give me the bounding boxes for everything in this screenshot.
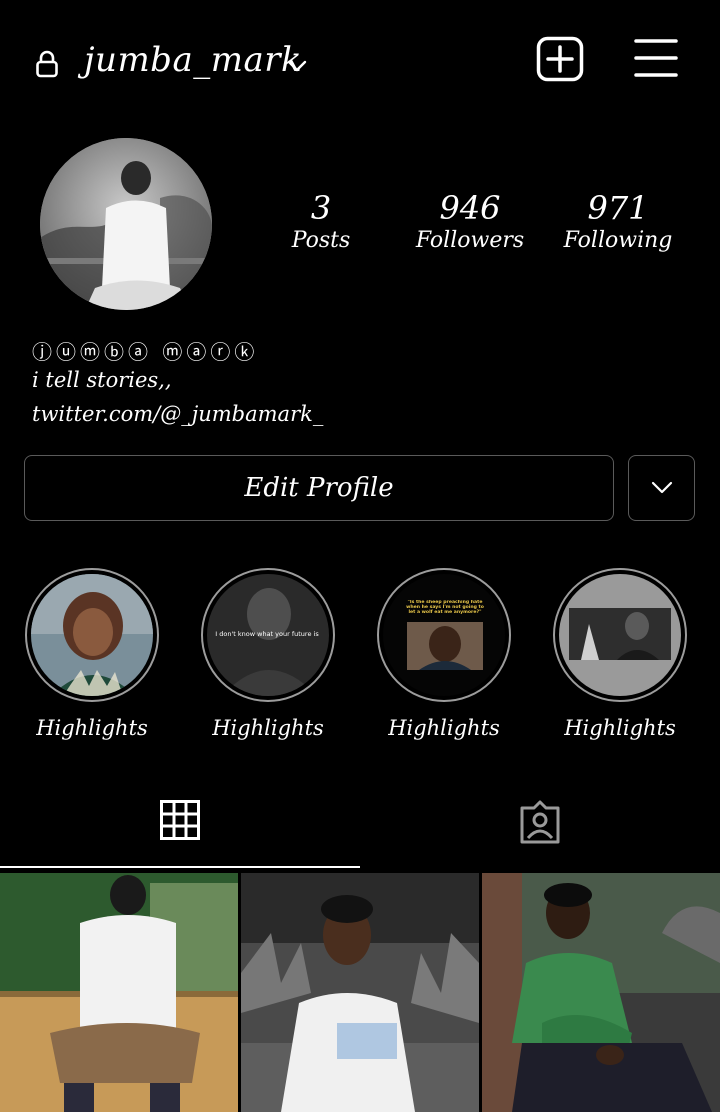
account-username[interactable]: jumba_mark	[84, 40, 302, 80]
followers-count: 946	[439, 189, 501, 227]
followers-label: Followers	[415, 228, 525, 253]
profile-bio-link[interactable]: twitter.com/@_jumbamark_	[32, 402, 323, 426]
highlight-cover	[559, 574, 681, 696]
post-thumbnail[interactable]	[0, 873, 238, 1112]
highlight-cover: "Is the sheep preaching hate when he say…	[383, 574, 505, 696]
highlight-item[interactable]: Highlights	[22, 568, 162, 740]
highlight-ring	[553, 568, 687, 702]
highlight-label: Highlights	[564, 716, 676, 740]
highlight-label: Highlights	[36, 716, 148, 740]
post-thumbnail[interactable]	[241, 873, 479, 1112]
highlight-ring: I don't know what your future is	[201, 568, 335, 702]
profile-bio-text: i tell stories,,	[32, 368, 172, 392]
profile-display-name: ⓙⓤⓜⓑⓐ ⓜⓐⓡⓚ	[32, 340, 259, 364]
highlight-label: Highlights	[388, 716, 500, 740]
highlight-ring: "Is the sheep preaching hate when he say…	[377, 568, 511, 702]
hamburger-menu-icon[interactable]	[634, 38, 678, 78]
lock-icon	[36, 50, 58, 78]
stat-followers[interactable]: 946 Followers	[400, 188, 540, 253]
post-thumbnail[interactable]	[482, 873, 720, 1112]
following-label: Following	[563, 228, 673, 253]
highlight-item[interactable]: Highlights	[550, 568, 690, 740]
suggestions-toggle-button[interactable]	[628, 455, 695, 521]
highlight-ring	[25, 568, 159, 702]
posts-count: 3	[310, 189, 332, 227]
highlight-cover: I don't know what your future is	[207, 574, 329, 696]
following-count: 971	[587, 189, 649, 227]
grid-icon[interactable]	[160, 800, 200, 840]
highlight-item[interactable]: "Is the sheep preaching hate when he say…	[374, 568, 514, 740]
chevron-down-icon[interactable]	[286, 56, 308, 76]
chevron-down-icon	[651, 481, 672, 494]
highlight-caption: "Is the sheep preaching hate when he say…	[406, 600, 484, 616]
highlight-cover	[31, 574, 153, 696]
edit-profile-button[interactable]: Edit Profile	[24, 455, 614, 521]
plus-square-icon[interactable]	[536, 36, 584, 82]
highlight-caption: I don't know what your future is	[215, 630, 319, 638]
highlight-label: Highlights	[212, 716, 324, 740]
stat-following[interactable]: 971 Following	[548, 188, 688, 253]
active-tab-indicator	[0, 866, 360, 868]
posts-label: Posts	[291, 228, 351, 253]
highlight-item[interactable]: I don't know what your future is Highlig…	[198, 568, 338, 740]
stat-posts[interactable]: 3 Posts	[251, 188, 391, 253]
tagged-person-icon[interactable]	[518, 800, 562, 844]
profile-avatar[interactable]	[40, 138, 212, 310]
